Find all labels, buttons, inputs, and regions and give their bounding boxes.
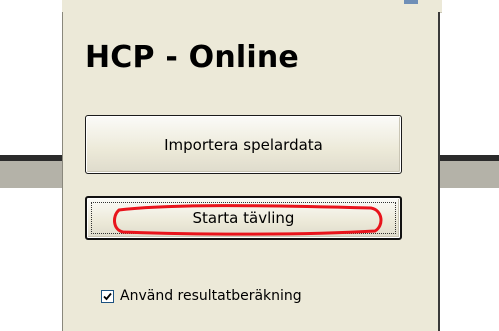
background-bar-right xyxy=(438,155,499,188)
use-result-calculation-option[interactable]: Använd resultatberäkning xyxy=(101,288,302,304)
import-button-label: Importera spelardata xyxy=(164,135,323,154)
window-corner-mark xyxy=(404,0,418,4)
app-title: HCP - Online xyxy=(85,40,299,75)
checkmark-icon xyxy=(103,292,112,300)
hcp-online-panel: HCP - Online Importera spelardata Starta… xyxy=(62,12,440,331)
use-result-calculation-checkbox[interactable] xyxy=(101,289,114,303)
use-result-calculation-label: Använd resultatberäkning xyxy=(120,288,302,304)
start-competition-button[interactable]: Starta tävling xyxy=(85,196,402,240)
start-button-label: Starta tävling xyxy=(192,209,295,227)
background-bar-left xyxy=(0,155,64,188)
import-player-data-button[interactable]: Importera spelardata xyxy=(85,115,402,174)
